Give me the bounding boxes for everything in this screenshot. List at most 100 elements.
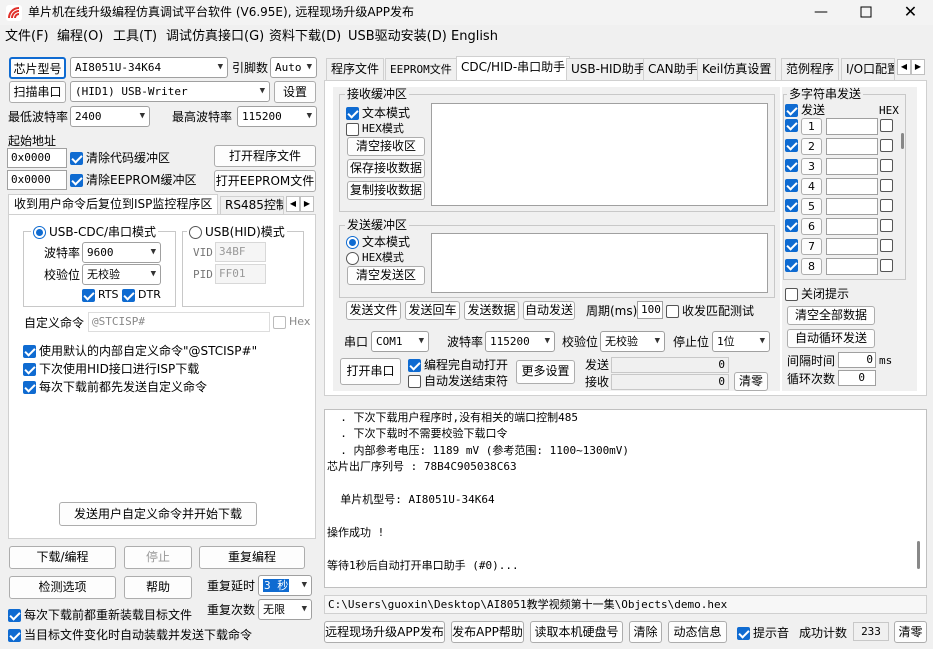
tab-usb-hid[interactable]: USB-HID助手	[566, 58, 651, 80]
tab-serial-assistant[interactable]: CDC/HID-串口助手	[456, 56, 571, 80]
vid-input[interactable]: 34BF	[215, 242, 266, 262]
rs485-subtab[interactable]: RS485控制	[220, 196, 284, 215]
multi-row-send-button[interactable]: 1	[801, 118, 822, 135]
multi-row-hex-checkbox[interactable]	[880, 259, 896, 272]
repeat-delay-select[interactable]: 3 秒 ▼	[258, 575, 312, 596]
dynamic-info-button[interactable]: 动态信息	[668, 621, 727, 643]
multi-row-input[interactable]	[826, 158, 878, 175]
send-before-checkbox[interactable]: 每次下载前都先发送自定义命令	[23, 379, 207, 395]
more-settings-button[interactable]: 更多设置	[516, 360, 575, 384]
auto-loop-button[interactable]: 自动循环发送	[787, 329, 875, 348]
repeat-count-select[interactable]: 无限 ▼	[258, 599, 312, 620]
multi-row-hex-checkbox[interactable]	[880, 239, 896, 252]
addr-eeprom-input[interactable]: 0x0000	[7, 170, 67, 190]
multi-row-input[interactable]	[826, 218, 878, 235]
log-scrollbar[interactable]	[917, 541, 920, 569]
multi-row-send-button[interactable]: 4	[801, 178, 822, 195]
copy-recv-button[interactable]: 复制接收数据	[347, 181, 425, 200]
reload-checkbox[interactable]: 每次下载前都重新装载目标文件	[8, 607, 192, 623]
tab-keil-sim[interactable]: Keil仿真设置	[697, 58, 777, 80]
loop-input[interactable]: 0	[838, 370, 876, 386]
multi-row-hex-checkbox[interactable]	[880, 219, 896, 232]
clear-count-button[interactable]: 清零	[734, 372, 768, 391]
pins-select[interactable]: Auto ▼	[270, 57, 317, 78]
menu-english[interactable]: English	[451, 28, 498, 46]
clear-recv-button[interactable]: 清空接收区	[347, 137, 425, 156]
tab-right-arrow-icon[interactable]: ▶	[911, 59, 925, 75]
publish-help-button[interactable]: 发布APP帮助	[451, 621, 524, 643]
menu-program[interactable]: 编程(O)	[57, 28, 103, 46]
multi-row-send-checkbox[interactable]	[785, 199, 801, 212]
send-textarea[interactable]	[431, 233, 768, 293]
recv-textarea[interactable]	[431, 103, 768, 206]
multi-row-send-checkbox[interactable]	[785, 219, 801, 232]
min-baud-select[interactable]: 2400 ▼	[70, 106, 150, 127]
rts-checkbox[interactable]: RTS	[82, 287, 119, 303]
maximize-icon[interactable]	[844, 0, 888, 25]
multi-row-send-button[interactable]: 5	[801, 198, 822, 215]
read-disk-button[interactable]: 读取本机硬盘号	[530, 621, 623, 643]
open-eeprom-button[interactable]: 打开EEPROM文件	[214, 170, 316, 192]
clear-eeprom-checkbox[interactable]: 清除EEPROM缓冲区	[70, 172, 197, 188]
chip-model-select[interactable]: AI8051U-34K64 ▼	[70, 57, 228, 78]
multi-row-send-button[interactable]: 2	[801, 138, 822, 155]
clear-log-button[interactable]: 清除	[629, 621, 662, 643]
serial-parity-select[interactable]: 无校验 ▼	[600, 331, 665, 352]
multi-row-send-checkbox[interactable]	[785, 259, 801, 272]
beep-checkbox[interactable]: 提示音	[737, 625, 789, 641]
hid-next-checkbox[interactable]: 下次使用HID接口进行ISP下载	[23, 361, 199, 377]
close-hint-checkbox[interactable]: 关闭提示	[785, 286, 849, 302]
tab-io-config[interactable]: I/O口配置	[841, 58, 895, 80]
open-program-button[interactable]: 打开程序文件	[214, 145, 316, 167]
clear-all-button[interactable]: 清空全部数据	[787, 306, 875, 325]
multi-row-send-checkbox[interactable]	[785, 139, 801, 152]
menu-debug[interactable]: 调试仿真接口(G)	[166, 28, 264, 46]
multi-row-send-checkbox[interactable]	[785, 239, 801, 252]
menu-tools[interactable]: 工具(T)	[113, 28, 157, 46]
chip-model-button[interactable]: 芯片型号	[9, 57, 66, 79]
minimize-icon[interactable]: —	[798, 0, 844, 25]
recv-text-mode-checkbox[interactable]: 文本模式	[346, 105, 410, 121]
default-cmd-checkbox[interactable]: 使用默认的内部自定义命令"@STCISP#"	[23, 343, 257, 359]
menu-download[interactable]: 资料下载(D)	[269, 28, 341, 46]
multi-row-input[interactable]	[826, 178, 878, 195]
scan-port-button[interactable]: 扫描串口	[9, 81, 66, 103]
multi-row-send-checkbox[interactable]	[785, 119, 801, 132]
menu-file[interactable]: 文件(F)	[5, 28, 49, 46]
autosend-checkbox[interactable]: 当目标文件变化时自动装载并发送下载命令	[8, 627, 252, 643]
cdc-parity-select[interactable]: 无校验 ▼	[82, 264, 161, 285]
settings-button[interactable]: 设置	[274, 81, 316, 103]
tab-examples[interactable]: 范例程序	[781, 58, 840, 80]
send-enter-button[interactable]: 发送回车	[405, 301, 460, 320]
multi-row-input[interactable]	[826, 258, 878, 275]
clear-send-button[interactable]: 清空发送区	[347, 266, 425, 285]
max-baud-select[interactable]: 115200 ▼	[237, 106, 317, 127]
output-log[interactable]: . 下次下载用户程序时,没有相关的端口控制485 . 下次下载时不需要校验下载口…	[324, 409, 927, 588]
period-input[interactable]: 100	[637, 301, 663, 319]
multi-row-input[interactable]	[826, 198, 878, 215]
pid-input[interactable]: FF01	[215, 264, 266, 284]
send-file-button[interactable]: 发送文件	[346, 301, 401, 320]
send-custom-cmd-button[interactable]: 发送用户自定义命令并开始下载	[59, 502, 257, 526]
tab-eeprom-file[interactable]: EEPROM文件	[385, 58, 457, 80]
save-recv-button[interactable]: 保存接收数据	[347, 159, 425, 178]
cdc-baud-select[interactable]: 9600 ▼	[82, 242, 161, 263]
multi-row-send-button[interactable]: 3	[801, 158, 822, 175]
tab-left-arrow-icon[interactable]: ◀	[897, 59, 911, 75]
recv-hex-mode-checkbox[interactable]: HEX模式	[346, 121, 404, 137]
hid-mode-radio[interactable]: USB(HID)模式	[187, 224, 287, 240]
check-options-button[interactable]: 检测选项	[9, 576, 116, 599]
serial-stop-select[interactable]: 1位 ▼	[712, 331, 770, 352]
multi-row-send-button[interactable]: 6	[801, 218, 822, 235]
multi-row-hex-checkbox[interactable]	[880, 199, 896, 212]
multi-row-send-button[interactable]: 8	[801, 258, 822, 275]
multi-row-hex-checkbox[interactable]	[880, 119, 896, 132]
interval-input[interactable]: 0	[838, 352, 876, 368]
download-button[interactable]: 下载/编程	[9, 546, 116, 569]
multi-row-send-checkbox[interactable]	[785, 179, 801, 192]
hex-checkbox[interactable]: Hex	[273, 314, 310, 330]
send-data-button[interactable]: 发送数据	[464, 301, 519, 320]
multi-row-hex-checkbox[interactable]	[880, 139, 896, 152]
multi-row-send-checkbox[interactable]	[785, 159, 801, 172]
multi-row-input[interactable]	[826, 118, 878, 135]
